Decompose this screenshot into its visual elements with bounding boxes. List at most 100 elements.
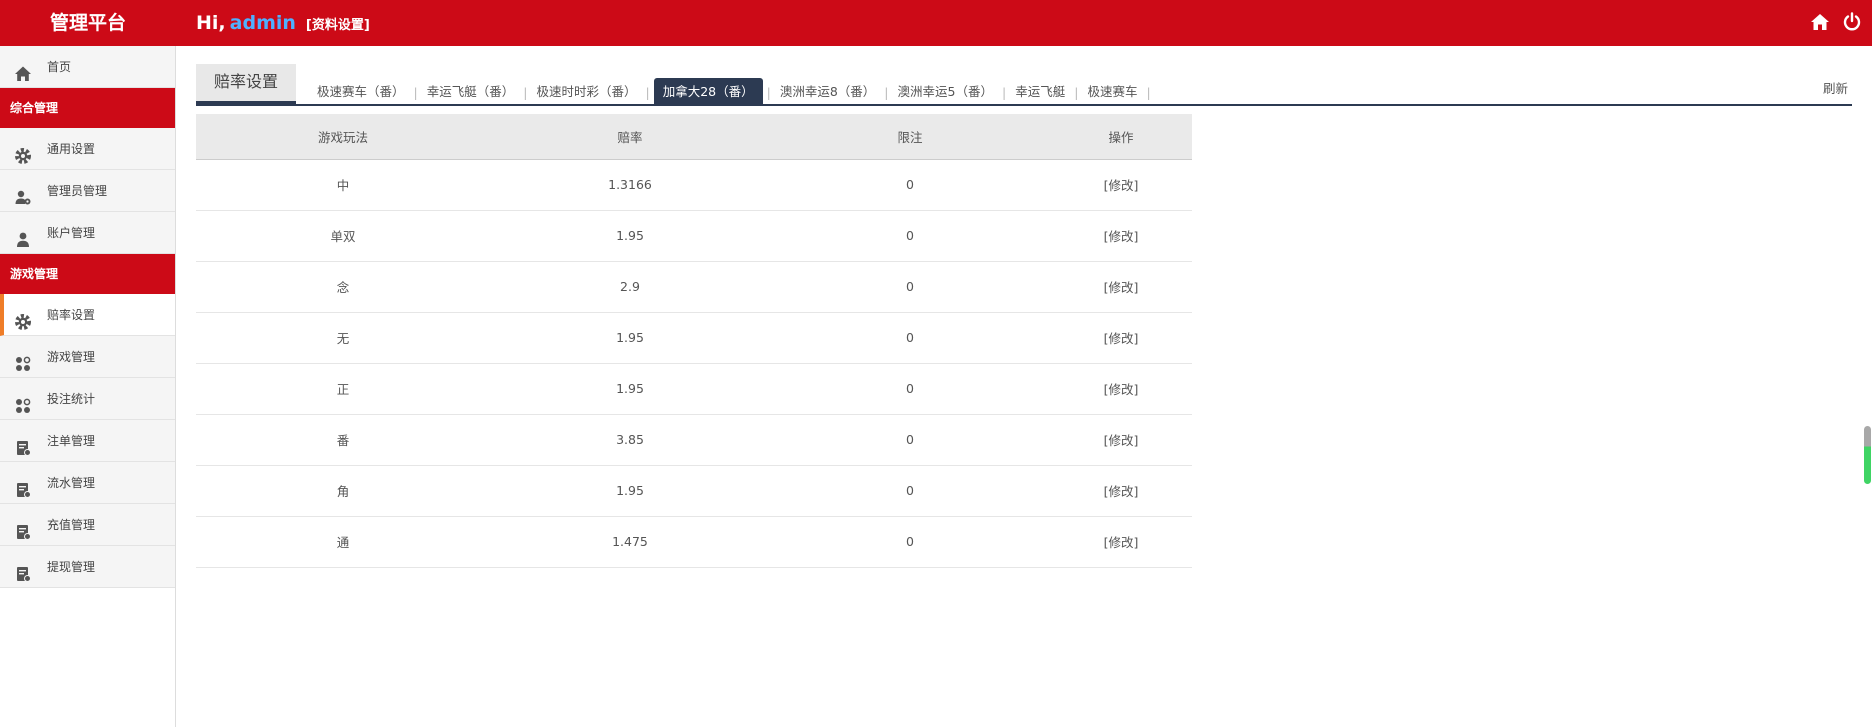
cell-odds: 1.3166 [490,159,770,211]
cell-limit: 0 [770,312,1050,364]
tab-game-lucky-airship[interactable]: 幸运飞艇 [1006,78,1074,106]
edit-link[interactable]: [修改] [1050,312,1192,364]
ledger-icon [14,558,32,582]
cell-limit: 0 [770,363,1050,415]
sidebar-item-label: 账户管理 [47,226,96,240]
edit-link[interactable]: [修改] [1050,465,1192,517]
cell-play: 念 [196,261,490,313]
cell-limit: 0 [770,261,1050,313]
sidebar-item-label: 注单管理 [47,434,96,448]
cell-odds: 3.85 [490,414,770,466]
cell-limit: 0 [770,210,1050,262]
tab-odds-settings[interactable]: 赔率设置 [196,64,296,104]
sidebar-item-game-management[interactable]: 游戏管理 [0,336,175,378]
odds-table: 游戏玩法 赔率 限注 操作 中 1.3166 0 [修改] 单双 1.95 0 … [196,114,1192,568]
table-row: 番 3.85 0 [修改] [196,414,1192,466]
username: admin [229,12,296,34]
sidebar-item-label: 流水管理 [47,476,96,490]
sidebar-item-orders[interactable]: 注单管理 [0,420,175,462]
section-game: 游戏管理 [0,254,175,294]
edit-link[interactable]: [修改] [1050,159,1192,211]
home-icon [14,58,32,81]
sidebar-item-recharge[interactable]: 充值管理 [0,504,175,546]
sidebar-item-label: 赔率设置 [47,308,96,322]
cell-play: 角 [196,465,490,517]
sidebar-item-label: 提现管理 [47,560,96,574]
game-tabs: 极速赛车（番） | 幸运飞艇（番） | 极速时时彩（番） | 加拿大28（番） | 澳洲… [308,78,1151,106]
cell-limit: 0 [770,465,1050,517]
cell-odds: 2.9 [490,261,770,313]
cell-play: 中 [196,159,490,211]
cell-odds: 1.95 [490,210,770,262]
tab-game-speed-racing[interactable]: 极速赛车 [1078,78,1146,106]
table-row: 中 1.3166 0 [修改] [196,159,1192,211]
tab-game-canada28-fan[interactable]: 加拿大28（番） [653,78,763,106]
cell-play: 无 [196,312,490,364]
edit-link[interactable]: [修改] [1050,414,1192,466]
edit-link[interactable]: [修改] [1050,210,1192,262]
cell-odds: 1.95 [490,465,770,517]
sidebar-item-withdraw[interactable]: 提现管理 [0,546,175,588]
cell-limit: 0 [770,159,1050,211]
user-icon [14,224,32,247]
sidebar: 首页 综合管理 通用设置 管理员管理 账户管理 游戏管理 赔率设置 游戏管理 投… [0,46,176,727]
gear-icon [14,140,32,164]
cell-play: 通 [196,516,490,568]
edit-link[interactable]: [修改] [1050,261,1192,313]
gear-icon [14,306,32,330]
sidebar-item-label: 投注统计 [47,392,96,406]
tab-game-lucky-airship-fan[interactable]: 幸运飞艇（番） [418,78,524,106]
cell-odds: 1.95 [490,312,770,364]
greeting: Hi, admin [资料设置] [196,0,370,46]
tab-bar: 赔率设置 极速赛车（番） | 幸运飞艇（番） | 极速时时彩（番） | 加拿大28（番… [196,46,1852,106]
tab-game-speed-ssc-fan[interactable]: 极速时时彩（番） [527,78,645,106]
sidebar-item-label: 通用设置 [47,142,96,156]
table-row: 正 1.95 0 [修改] [196,363,1192,415]
edit-link[interactable]: [修改] [1050,516,1192,568]
sidebar-item-label: 首页 [47,60,72,74]
refresh-link[interactable]: 刷新 [1823,78,1848,97]
apps-icon [14,348,32,371]
home-icon[interactable] [1810,12,1830,32]
cell-limit: 0 [770,516,1050,568]
sidebar-item-label: 游戏管理 [47,350,96,364]
cell-odds: 1.95 [490,363,770,415]
sidebar-item-transactions[interactable]: 流水管理 [0,462,175,504]
profile-settings-link[interactable]: [资料设置] [306,18,370,33]
table-header-row: 游戏玩法 赔率 限注 操作 [196,114,1192,160]
brand-title: 管理平台 [49,12,126,34]
table-row: 单双 1.95 0 [修改] [196,210,1192,262]
sidebar-item-label: 充值管理 [47,518,96,532]
admin-users-icon [14,182,32,205]
tab-game-aus-lucky5-fan[interactable]: 澳洲幸运5（番） [889,78,1002,106]
cell-play: 番 [196,414,490,466]
sidebar-item-odds-settings[interactable]: 赔率设置 [0,294,175,336]
sidebar-item-label: 管理员管理 [47,184,108,198]
ledger-icon [14,474,32,498]
section-general: 综合管理 [0,88,175,128]
main-content: 赔率设置 极速赛车（番） | 幸运飞艇（番） | 极速时时彩（番） | 加拿大28（番… [196,46,1852,568]
sidebar-item-account-management[interactable]: 账户管理 [0,212,175,254]
cell-play: 正 [196,363,490,415]
sidebar-item-home[interactable]: 首页 [0,46,175,88]
tab-game-aus-lucky8-fan[interactable]: 澳洲幸运8（番） [771,78,884,106]
column-header: 操作 [1050,114,1192,160]
power-icon[interactable] [1842,12,1862,32]
column-header: 游戏玩法 [196,114,490,160]
sidebar-item-admin-management[interactable]: 管理员管理 [0,170,175,212]
sidebar-item-bet-statistics[interactable]: 投注统计 [0,378,175,420]
table-row: 念 2.9 0 [修改] [196,261,1192,313]
edit-link[interactable]: [修改] [1050,363,1192,415]
tab-separator: | [1146,84,1151,100]
top-bar: 管理平台 Hi, admin [资料设置] [0,0,1872,46]
scrollbar-indicator[interactable] [1864,426,1871,484]
apps-icon [14,390,32,413]
cell-play: 单双 [196,210,490,262]
table-row: 角 1.95 0 [修改] [196,465,1192,517]
greeting-text: Hi, [196,12,226,34]
column-header: 限注 [770,114,1050,160]
sidebar-item-general-settings[interactable]: 通用设置 [0,128,175,170]
tab-game-speed-racing-fan[interactable]: 极速赛车（番） [308,78,414,106]
cell-odds: 1.475 [490,516,770,568]
table-row: 通 1.475 0 [修改] [196,516,1192,568]
